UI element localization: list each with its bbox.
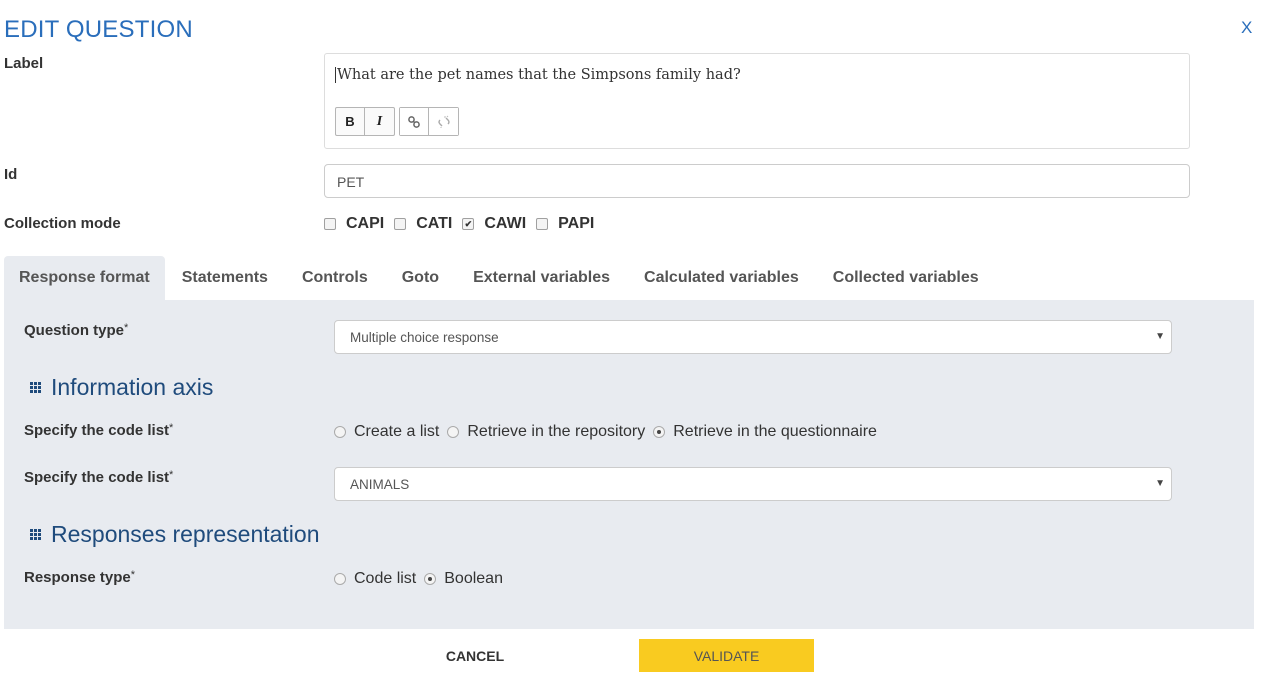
response-format-panel: Question type* Multiple choice response … [4, 300, 1254, 629]
unlink-icon [437, 115, 450, 128]
radio-button[interactable] [334, 573, 346, 585]
id-field-label: Id [4, 166, 18, 183]
code-list-select[interactable]: ANIMALS ▼ [334, 467, 1172, 501]
tab-calculated-variables[interactable]: Calculated variables [627, 256, 816, 300]
radio-label: Retrieve in the questionnaire [673, 423, 877, 440]
tab-statements[interactable]: Statements [165, 256, 285, 300]
collection-mode-cati[interactable]: CATI [394, 215, 452, 233]
radio-retrieve-repository[interactable]: Retrieve in the repository [447, 423, 645, 441]
label-editor-text[interactable]: What are the pet names that the Simpsons… [335, 67, 741, 83]
italic-button[interactable]: I [365, 108, 394, 135]
label-field-label: Label [4, 55, 44, 72]
radio-button[interactable] [424, 573, 437, 585]
format-button-group: B I [335, 107, 395, 136]
grid-icon [30, 382, 41, 393]
close-button[interactable]: X [1241, 18, 1252, 38]
radio-create-list[interactable]: Create a list [334, 423, 439, 441]
response-type-label-text: Response type [24, 569, 131, 586]
link-icon [408, 115, 420, 128]
question-type-select[interactable]: Multiple choice response ▼ [334, 320, 1172, 354]
information-axis-heading: Information axis [30, 374, 213, 401]
tab-response-format[interactable]: Response format [4, 256, 165, 300]
code-list-label-text: Specify the code list [24, 469, 170, 486]
radio-code-list[interactable]: Code list [334, 570, 416, 588]
bold-button[interactable]: B [336, 108, 365, 135]
response-type-label: Response type* [24, 569, 135, 586]
required-mark: * [169, 469, 174, 481]
collection-mode-papi[interactable]: PAPI [536, 215, 594, 233]
dialog-title: EDIT QUESTION [4, 16, 193, 43]
radio-button[interactable] [653, 426, 666, 438]
question-type-label-text: Question type [24, 322, 125, 339]
link-button-group [399, 107, 459, 136]
code-list-value: ANIMALS [350, 477, 410, 492]
radio-retrieve-questionnaire[interactable]: Retrieve in the questionnaire [653, 423, 877, 441]
link-button[interactable] [400, 108, 429, 135]
radio-button[interactable] [334, 426, 346, 438]
radio-label: Retrieve in the repository [467, 423, 646, 440]
tab-controls[interactable]: Controls [285, 256, 385, 300]
radio-label: Code list [354, 570, 417, 587]
cancel-button[interactable]: CANCEL [420, 639, 530, 672]
cawi-checkbox[interactable]: ✔ [462, 218, 475, 230]
collection-mode-capi[interactable]: CAPI [324, 215, 384, 233]
id-input[interactable]: PET [324, 164, 1190, 198]
cawi-label: CAWI [484, 215, 527, 232]
radio-boolean[interactable]: Boolean [424, 570, 503, 588]
code-list-source-label: Specify the code list* [24, 422, 173, 439]
question-type-label: Question type* [24, 322, 128, 339]
papi-checkbox[interactable] [536, 218, 549, 230]
tab-external-variables[interactable]: External variables [456, 256, 627, 300]
radio-button[interactable] [447, 426, 460, 438]
code-list-label: Specify the code list* [24, 469, 173, 486]
information-axis-title: Information axis [51, 374, 214, 400]
responses-representation-title: Responses representation [51, 521, 320, 547]
collection-mode-group: CAPI CATI ✔ CAWI PAPI [324, 215, 604, 233]
required-mark: * [130, 569, 135, 581]
radio-label: Boolean [444, 570, 503, 587]
code-list-source-label-text: Specify the code list [24, 422, 170, 439]
capi-checkbox[interactable] [324, 218, 336, 230]
papi-label: PAPI [558, 215, 595, 232]
code-list-source-radio-group: Create a list Retrieve in the repository… [334, 423, 885, 441]
chevron-down-icon: ▼ [1155, 478, 1165, 489]
question-tabs: Response format Statements Controls Goto… [4, 256, 996, 300]
cati-checkbox[interactable] [394, 218, 407, 230]
validate-button[interactable]: VALIDATE [639, 639, 814, 672]
collection-mode-cawi[interactable]: ✔ CAWI [462, 215, 526, 233]
collection-mode-label: Collection mode [4, 215, 121, 232]
capi-label: CAPI [346, 215, 385, 232]
tab-goto[interactable]: Goto [385, 256, 456, 300]
required-mark: * [169, 422, 174, 434]
grid-icon [30, 529, 41, 540]
responses-representation-heading: Responses representation [30, 521, 320, 548]
radio-label: Create a list [354, 423, 440, 440]
required-mark: * [124, 322, 129, 334]
response-type-radio-group: Code list Boolean [334, 570, 511, 588]
chevron-down-icon: ▼ [1155, 331, 1165, 342]
cati-label: CATI [416, 215, 453, 232]
tab-collected-variables[interactable]: Collected variables [816, 256, 996, 300]
question-type-value: Multiple choice response [350, 330, 499, 345]
unlink-button[interactable] [429, 108, 458, 135]
